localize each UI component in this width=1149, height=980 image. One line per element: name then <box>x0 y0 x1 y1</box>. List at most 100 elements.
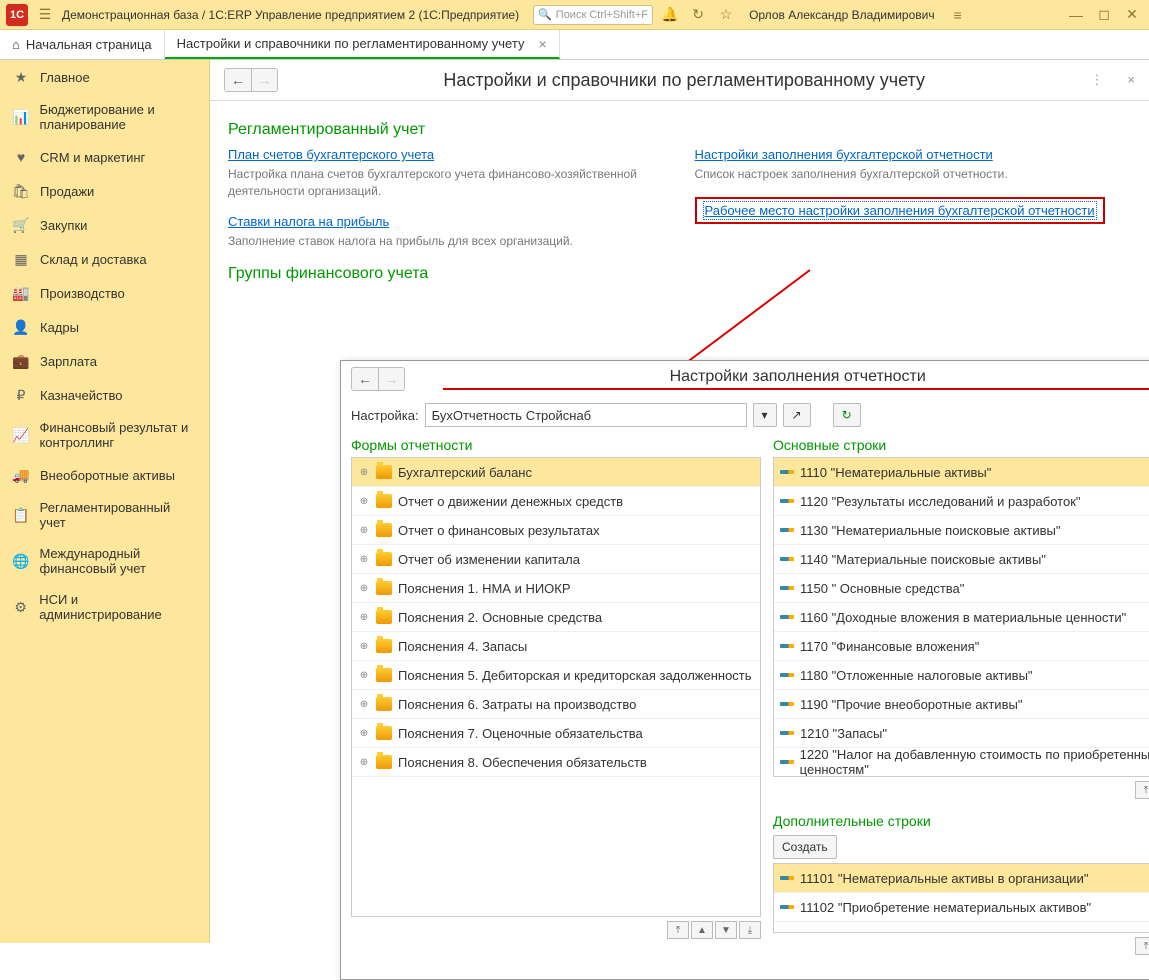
main-row[interactable]: 1190 "Прочие внеоборотные активы" <box>774 690 1149 719</box>
dropdown-button[interactable]: ▾ <box>753 403 777 427</box>
dlg-nav-fwd[interactable]: → <box>378 368 404 390</box>
form-label: Бухгалтерский баланс <box>398 465 532 480</box>
tab-active[interactable]: Настройки и справочники по регламентиров… <box>165 30 560 59</box>
folder-icon <box>376 726 392 740</box>
form-row[interactable]: ⊕Отчет о движении денежных средств <box>352 487 760 516</box>
star-icon[interactable]: ☆ <box>715 4 737 26</box>
extra-rows-list[interactable]: 11101 "Нематериальные активы в организац… <box>773 863 1149 933</box>
form-label: Пояснения 7. Оценочные обязательства <box>398 726 643 741</box>
sidebar-item[interactable]: 🏭Производство <box>0 276 209 310</box>
list-top-button[interactable]: ⤒ <box>667 921 689 939</box>
main-row[interactable]: 1140 "Материальные поисковые активы" <box>774 545 1149 574</box>
link-tax-rates[interactable]: Ставки налога на прибыль <box>228 214 389 229</box>
form-row[interactable]: ⊕Отчет об изменении капитала <box>352 545 760 574</box>
form-row[interactable]: ⊕Пояснения 5. Дебиторская и кредиторская… <box>352 661 760 690</box>
list-top-button[interactable]: ⤒ <box>1135 781 1149 799</box>
list-down-button[interactable]: ▼ <box>715 921 737 939</box>
sidebar-item[interactable]: ★Главное <box>0 60 209 94</box>
sidebar-item[interactable]: 👤Кадры <box>0 310 209 344</box>
expand-icon[interactable]: ⊕ <box>358 728 370 739</box>
sidebar-item[interactable]: ⚙НСИ и администрирование <box>0 584 209 630</box>
row-label: 1220 "Налог на добавленную стоимость по … <box>800 747 1149 777</box>
form-row[interactable]: ⊕Отчет о финансовых результатах <box>352 516 760 545</box>
form-row[interactable]: ⊕ Пояснения 7. Оценочные обязательства <box>352 719 760 748</box>
form-row[interactable]: ⊕Пояснения 4. Запасы <box>352 632 760 661</box>
main-row[interactable]: 1110 "Нематериальные активы" <box>774 458 1149 487</box>
expand-icon[interactable]: ⊕ <box>358 554 370 565</box>
expand-icon[interactable]: ⊕ <box>358 496 370 507</box>
sidebar-item[interactable]: ▦Склад и доставка <box>0 242 209 276</box>
extra-row[interactable]: 11101 "Нематериальные активы в организац… <box>774 864 1149 893</box>
expand-icon[interactable]: ⊕ <box>358 525 370 536</box>
sidebar-item[interactable]: 📈Финансовый результат и контроллинг <box>0 412 209 458</box>
user-name[interactable]: Орлов Александр Владимирович <box>749 8 935 22</box>
page-close-icon[interactable]: × <box>1127 72 1135 88</box>
global-search[interactable]: 🔍 Поиск Ctrl+Shift+F <box>533 5 653 25</box>
link-workplace[interactable]: Рабочее место настройки заполнения бухга… <box>703 201 1097 220</box>
main-row[interactable]: 1130 "Нематериальные поисковые активы" <box>774 516 1149 545</box>
sidebar-label: CRM и маркетинг <box>40 150 145 165</box>
form-row[interactable]: ⊕Пояснения 2. Основные средства <box>352 603 760 632</box>
page-menu-icon[interactable]: ⋮ <box>1090 72 1103 88</box>
extra-row[interactable]: 11102 "Приобретение нематериальных актив… <box>774 893 1149 922</box>
forms-header: Формы отчетности <box>351 433 761 457</box>
main-row[interactable]: 1220 "Налог на добавленную стоимость по … <box>774 748 1149 777</box>
form-row[interactable]: ⊕Пояснения 6. Затраты на производство <box>352 690 760 719</box>
dlg-nav-back[interactable]: ← <box>352 368 378 390</box>
history-icon[interactable]: ↻ <box>687 4 709 26</box>
main-row[interactable]: 1160 "Доходные вложения в материальные ц… <box>774 603 1149 632</box>
list-up-button[interactable]: ▲ <box>691 921 713 939</box>
main-row[interactable]: 1210 "Запасы" <box>774 719 1149 748</box>
sidebar-item[interactable]: 🛍Продажи <box>0 174 209 208</box>
user-menu-icon[interactable]: ≡ <box>947 4 969 26</box>
sidebar-item[interactable]: 🌐Международный финансовый учет <box>0 538 209 584</box>
create-button[interactable]: Создать <box>773 835 837 859</box>
sidebar-item[interactable]: 📋Регламентированный учет <box>0 492 209 538</box>
nav-fwd-button[interactable]: → <box>251 69 277 91</box>
expand-icon[interactable]: ⊕ <box>358 670 370 681</box>
form-label: Пояснения 8. Обеспечения обязательств <box>398 755 647 770</box>
sidebar-item[interactable]: ₽Казначейство <box>0 378 209 412</box>
sidebar-item[interactable]: 🚚Внеоборотные активы <box>0 458 209 492</box>
folder-icon <box>376 581 392 595</box>
sidebar-item[interactable]: 🛒Закупки <box>0 208 209 242</box>
menu-icon[interactable]: ☰ <box>34 4 56 26</box>
row-icon <box>780 557 794 561</box>
expand-icon[interactable]: ⊕ <box>358 583 370 594</box>
main-rows-list[interactable]: 1110 "Нематериальные активы"1120 "Резуль… <box>773 457 1149 777</box>
expand-icon[interactable]: ⊕ <box>358 757 370 768</box>
refresh-button[interactable]: ↻ <box>833 403 861 427</box>
minimize-icon[interactable]: — <box>1065 4 1087 26</box>
sidebar-item[interactable]: ♥CRM и маркетинг <box>0 140 209 174</box>
expand-icon[interactable]: ⊕ <box>358 467 370 478</box>
main-row[interactable]: 1120 "Результаты исследований и разработ… <box>774 487 1149 516</box>
sidebar-item[interactable]: 💼Зарплата <box>0 344 209 378</box>
form-row[interactable]: ⊕Пояснения 1. НМА и НИОКР <box>352 574 760 603</box>
content-area: ← → Настройки и справочники по регламент… <box>210 60 1149 943</box>
open-button[interactable]: ↗ <box>783 403 811 427</box>
nav-back-button[interactable]: ← <box>225 69 251 91</box>
row-label: 1190 "Прочие внеоборотные активы" <box>800 697 1022 712</box>
main-row[interactable]: 1180 "Отложенные налоговые активы" <box>774 661 1149 690</box>
link-report-settings[interactable]: Настройки заполнения бухгалтерской отчет… <box>695 147 993 162</box>
form-row[interactable]: ⊕ Пояснения 8. Обеспечения обязательств <box>352 748 760 777</box>
link-chart-of-accounts[interactable]: План счетов бухгалтерского учета <box>228 147 434 162</box>
list-top-button[interactable]: ⤒ <box>1135 937 1149 955</box>
main-row[interactable]: 1170 "Финансовые вложения" <box>774 632 1149 661</box>
tab-home[interactable]: ⌂ Начальная страница <box>0 30 165 59</box>
setting-input[interactable]: БухОтчетность Стройснаб <box>425 403 747 427</box>
expand-icon[interactable]: ⊕ <box>358 699 370 710</box>
expand-icon[interactable]: ⊕ <box>358 641 370 652</box>
list-bottom-button[interactable]: ⤓ <box>739 921 761 939</box>
bell-icon[interactable]: 🔔 <box>659 4 681 26</box>
maximize-icon[interactable]: ◻ <box>1093 4 1115 26</box>
tab-close-icon[interactable]: × <box>538 36 546 52</box>
main-row[interactable]: 1150 " Основные средства" <box>774 574 1149 603</box>
forms-list[interactable]: ⊕ Бухгалтерский баланс ⊕Отчет о движении д… <box>351 457 761 917</box>
close-window-icon[interactable]: ✕ <box>1121 4 1143 26</box>
row-icon <box>780 644 794 648</box>
sidebar-item[interactable]: 📊Бюджетирование и планирование <box>0 94 209 140</box>
folder-icon <box>376 494 392 508</box>
expand-icon[interactable]: ⊕ <box>358 612 370 623</box>
form-row[interactable]: ⊕ Бухгалтерский баланс <box>352 458 760 487</box>
